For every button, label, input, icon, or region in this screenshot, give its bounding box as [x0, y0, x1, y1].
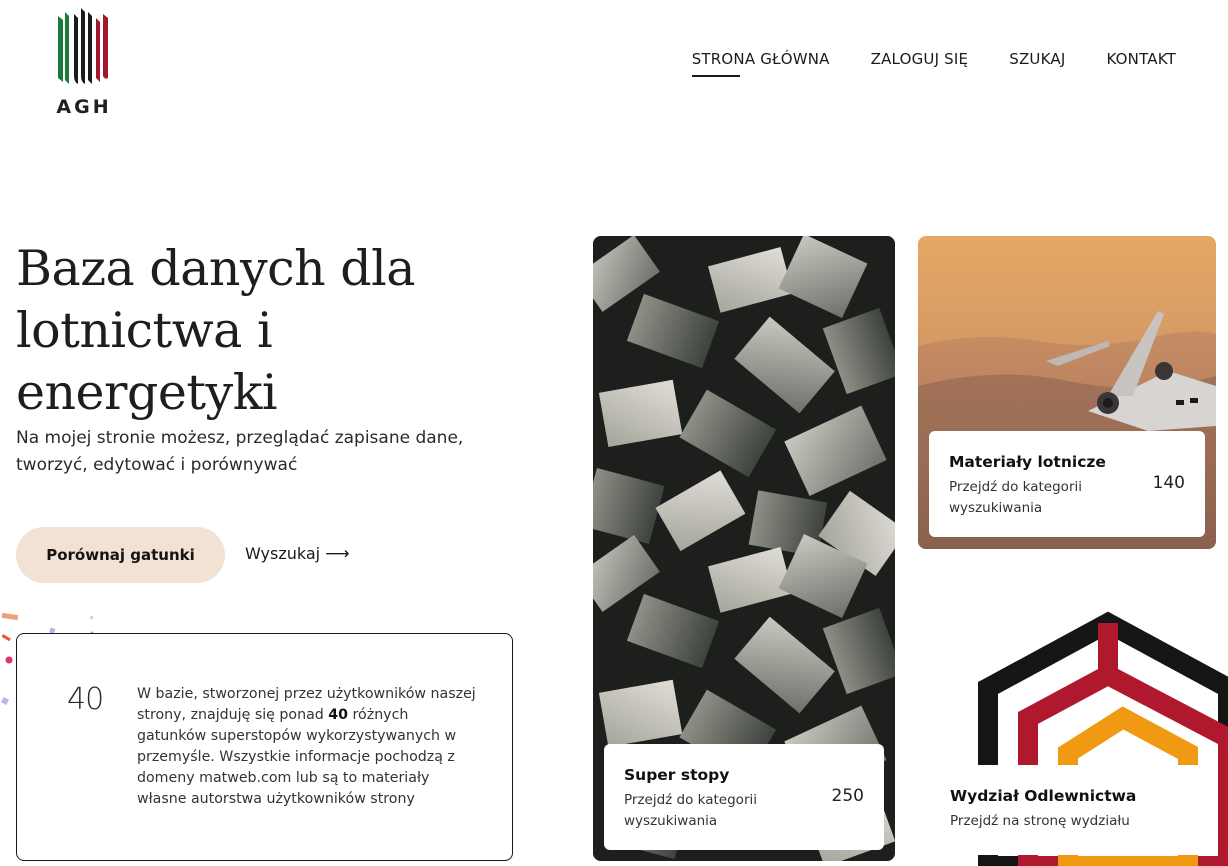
tile-subtitle: Przejdź do kategorii wyszukiwania [624, 792, 757, 829]
hero-subtitle: Na mojej stronie możesz, przeglądać zapi… [16, 425, 516, 479]
search-link-label: Wyszukaj [245, 544, 321, 563]
info-text: W bazie, stworzonej przez użytkowników n… [137, 684, 477, 810]
nav-search[interactable]: SZUKAJ [1009, 50, 1065, 68]
tile-title: Materiały lotnicze [949, 453, 1106, 471]
nav-contact[interactable]: KONTAKT [1106, 50, 1176, 68]
tile-title: Super stopy [624, 766, 730, 784]
compare-grades-button[interactable]: Porównaj gatunki [16, 527, 225, 583]
tile-faculty-card: Wydział Odlewnictwa Przejdź na stronę wy… [930, 765, 1204, 855]
tile-count: 140 [1152, 473, 1185, 493]
hero-title-line: Baza danych dla [16, 240, 415, 297]
nav-login[interactable]: ZALOGUJ SIĘ [871, 50, 969, 68]
tile-superalloys[interactable]: Super stopy Przejdź do kategorii wyszuki… [593, 236, 895, 861]
agh-logo[interactable]: AGH [52, 6, 116, 118]
tile-subtitle: Przejdź na stronę wydziału [950, 813, 1130, 829]
tile-aviation-materials[interactable]: Materiały lotnicze Przejdź do kategorii … [918, 236, 1216, 549]
tile-aviation-card: Materiały lotnicze Przejdź do kategorii … [929, 431, 1205, 537]
hero-title-line: lotnictwa i [16, 302, 273, 359]
logo-text: AGH [56, 96, 112, 118]
main-nav: STRONA GŁÓWNA ZALOGUJ SIĘ SZUKAJ KONTAKT [691, 50, 1176, 77]
info-number: 40 [67, 682, 104, 717]
hero-title-line: energetyki [16, 364, 278, 421]
info-text-part: W bazie, stworzonej przez użytkowników n… [137, 686, 476, 723]
tile-foundry-faculty[interactable]: Wydział Odlewnictwa Przejdź na stronę wy… [918, 573, 1228, 866]
hero-subtitle-line: Na mojej stronie możesz, przeglądać zapi… [16, 428, 464, 448]
search-link[interactable]: Wyszukaj ⟶ [245, 544, 350, 564]
agh-logo-icon [58, 8, 108, 84]
info-text-bold: 40 [328, 707, 349, 723]
nav-home[interactable]: STRONA GŁÓWNA [691, 50, 830, 77]
info-card: 40 W bazie, stworzonej przez użytkownikó… [16, 633, 513, 861]
tile-subtitle: Przejdź do kategorii wyszukiwania [949, 479, 1082, 516]
hero-title: Baza danych dla lotnictwa i energetyki [16, 238, 536, 424]
hero-subtitle-line: tworzyć, edytować i porównywać [16, 455, 298, 475]
tile-title: Wydział Odlewnictwa [950, 787, 1137, 805]
tile-count: 250 [831, 786, 864, 806]
tile-superalloys-card: Super stopy Przejdź do kategorii wyszuki… [604, 744, 884, 850]
arrow-right-icon: ⟶ [325, 544, 350, 564]
